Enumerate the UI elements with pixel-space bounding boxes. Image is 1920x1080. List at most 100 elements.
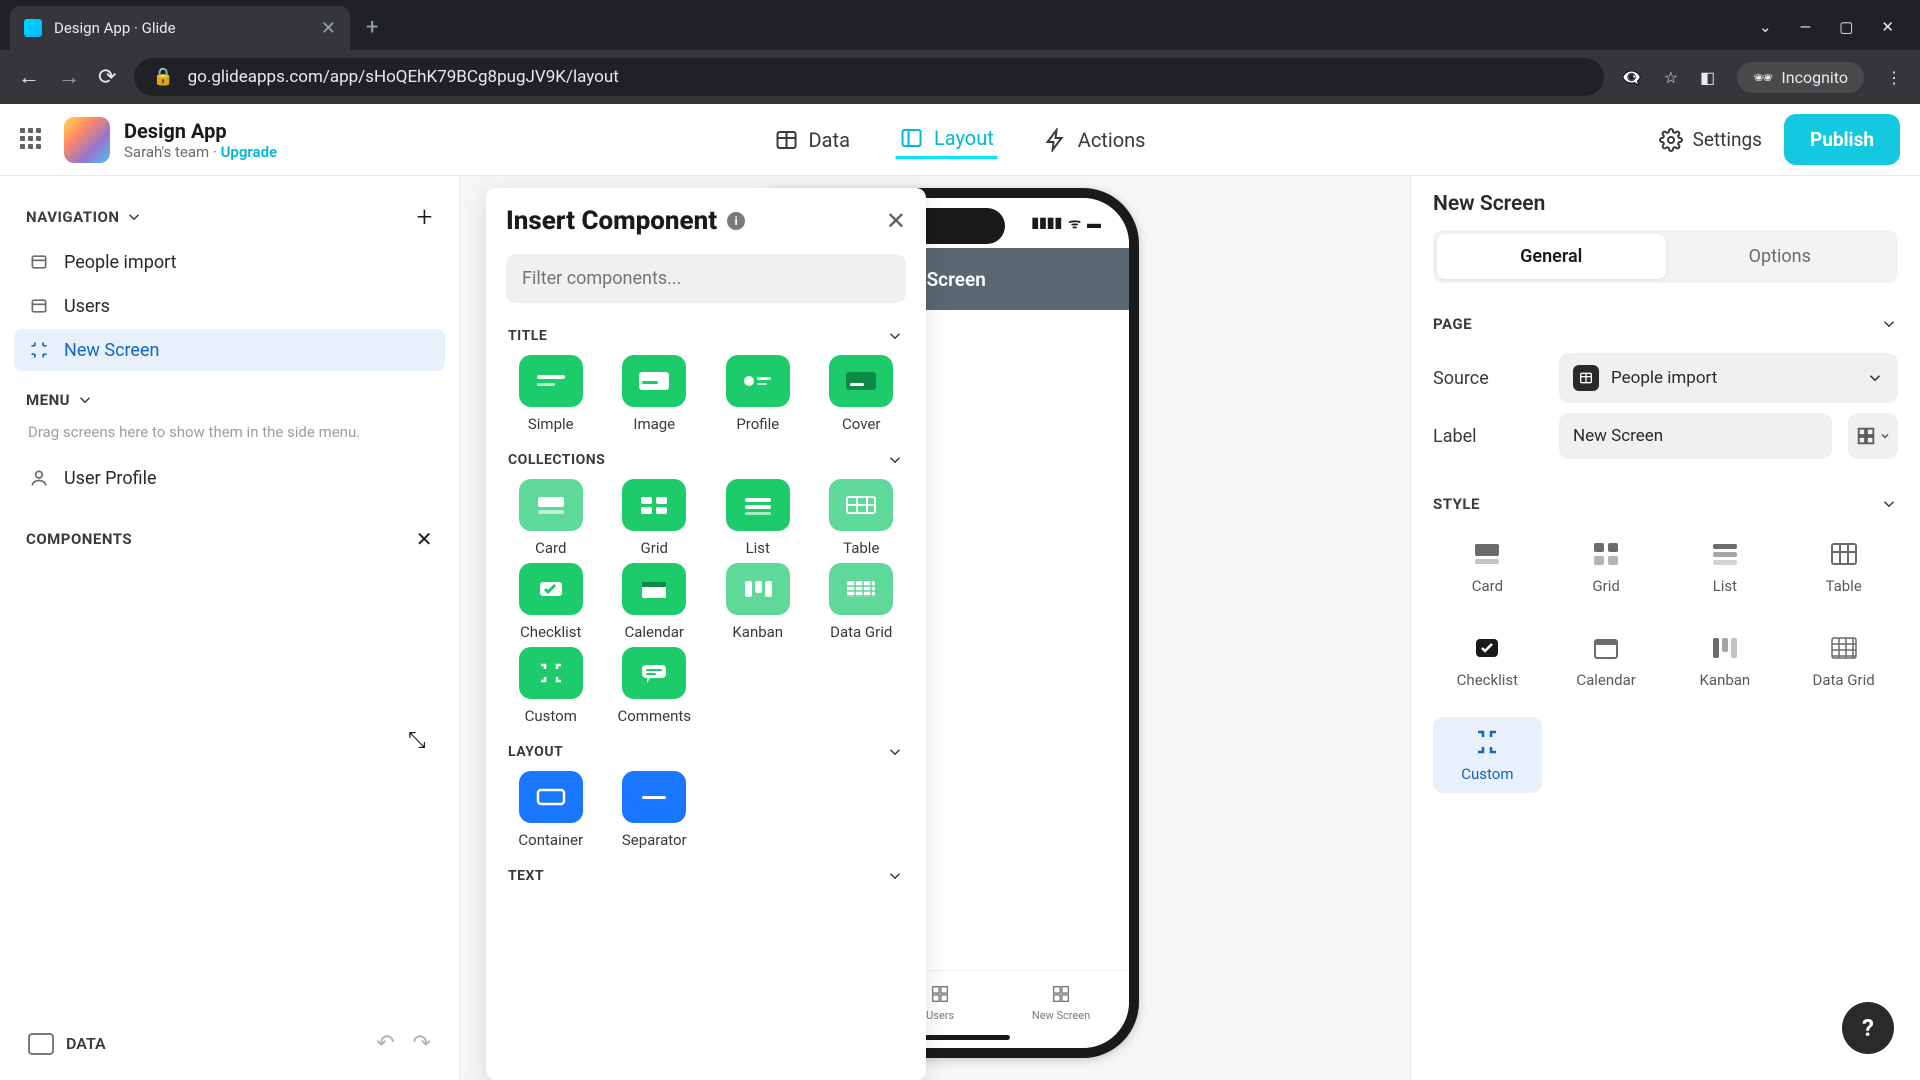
tile-label: Grid [641, 539, 668, 557]
component-tile-profile[interactable]: Profile [713, 355, 803, 433]
close-components-button[interactable]: ✕ [416, 527, 433, 551]
browser-tab[interactable]: Design App · Glide ✕ [10, 6, 350, 50]
style-tile-table[interactable]: Table [1789, 529, 1898, 605]
components-header-label: COMPONENTS [26, 530, 132, 548]
style-tile-card[interactable]: Card [1433, 529, 1542, 605]
style-section-header[interactable]: STYLE [1433, 481, 1898, 523]
app-subtitle: Sarah's team · Upgrade [124, 143, 277, 161]
sidebar-item-new-screen[interactable]: New Screen [14, 329, 445, 371]
team-name: Sarah's team [124, 143, 209, 161]
redo-button[interactable]: ↷ [413, 1031, 431, 1056]
info-icon[interactable]: i [727, 212, 745, 230]
sidebar-item-users[interactable]: Users [14, 285, 445, 327]
navigation-header[interactable]: NAVIGATION + [14, 194, 445, 239]
source-value: People import [1611, 368, 1717, 388]
side-panel-icon[interactable]: ◧ [1700, 68, 1715, 87]
category-collections[interactable]: COLLECTIONS [506, 439, 906, 479]
component-tile-custom[interactable]: Custom [506, 647, 596, 725]
tile-label: Kanban [1700, 671, 1751, 689]
chevron-down-icon [125, 208, 143, 226]
cover-icon [843, 367, 879, 395]
chrome-tabs-dropdown-icon[interactable]: ⌄ [1759, 18, 1772, 36]
style-tile-checklist[interactable]: Checklist [1433, 623, 1542, 699]
component-tile-image[interactable]: Image [610, 355, 700, 433]
tab-options[interactable]: Options [1666, 234, 1895, 279]
chevron-down-icon [886, 867, 904, 885]
navigation-header-label: NAVIGATION [26, 208, 119, 226]
data-button[interactable]: DATA [28, 1033, 106, 1055]
address-bar[interactable]: 🔒 go.glideapps.com/app/sHoQEhK79BCg8pugJ… [134, 58, 1603, 96]
new-tab-button[interactable]: + [350, 15, 394, 50]
kanban-icon [740, 575, 776, 603]
image-icon [636, 367, 672, 395]
category-layout[interactable]: LAYOUT [506, 731, 906, 771]
component-tile-kanban[interactable]: Kanban [713, 563, 803, 641]
battery-icon: ▬ [1087, 215, 1101, 232]
settings-link[interactable]: Settings [1659, 128, 1762, 152]
component-tile-checklist[interactable]: Checklist [506, 563, 596, 641]
component-tile-calendar[interactable]: Calendar [610, 563, 700, 641]
style-tile-calendar[interactable]: Calendar [1552, 623, 1661, 699]
publish-button[interactable]: Publish [1784, 114, 1900, 165]
forward-button[interactable]: → [58, 64, 80, 90]
help-button[interactable]: ? [1842, 1002, 1894, 1054]
app-switcher-icon[interactable] [20, 128, 44, 152]
component-tile-table[interactable]: Table [817, 479, 907, 557]
eye-off-icon[interactable]: 👁‍🗨 [1622, 68, 1642, 87]
incognito-badge[interactable]: 🕶 Incognito [1737, 62, 1864, 93]
tile-label: Card [1472, 577, 1503, 595]
back-button[interactable]: ← [18, 64, 40, 90]
simple-icon [533, 367, 569, 395]
component-tile-cover[interactable]: Cover [817, 355, 907, 433]
category-title[interactable]: TITLE [506, 315, 906, 355]
source-select[interactable]: People import [1559, 353, 1898, 403]
label-input[interactable] [1559, 413, 1832, 459]
nav-data[interactable]: Data [771, 120, 854, 159]
tile-label: Grid [1592, 577, 1619, 595]
window-close-icon[interactable]: ✕ [1881, 18, 1894, 36]
tab-close-icon[interactable]: ✕ [321, 18, 336, 39]
add-screen-button[interactable]: + [417, 200, 433, 233]
popover-close-button[interactable]: ✕ [886, 207, 906, 235]
category-text[interactable]: TEXT [506, 855, 906, 895]
bookmark-icon[interactable]: ☆ [1664, 68, 1678, 87]
label-label: Label [1433, 426, 1543, 447]
style-tile-custom[interactable]: Custom [1433, 717, 1542, 793]
tile-label: Kanban [732, 623, 783, 641]
filter-input[interactable] [506, 254, 906, 303]
list-icon [1708, 539, 1742, 569]
tile-label: Comments [617, 707, 691, 725]
nav-layout[interactable]: Layout [896, 120, 998, 159]
style-tile-grid[interactable]: Grid [1552, 529, 1661, 605]
component-tile-comments[interactable]: Comments [610, 647, 700, 725]
menu-header[interactable]: MENU [14, 385, 445, 415]
list-icon [740, 491, 776, 519]
component-tile-list[interactable]: List [713, 479, 803, 557]
page-section-header[interactable]: PAGE [1433, 301, 1898, 343]
card-icon [1470, 539, 1504, 569]
phone-tab-new-screen[interactable]: New Screen [1032, 983, 1090, 1022]
undo-button[interactable]: ↶ [376, 1031, 394, 1056]
maximize-icon[interactable]: ▢ [1839, 18, 1853, 36]
component-tile-simple[interactable]: Simple [506, 355, 596, 433]
checklist-icon [533, 575, 569, 603]
component-tile-data-grid[interactable]: Data Grid [817, 563, 907, 641]
phone-tab-users[interactable]: Users [926, 983, 954, 1022]
style-tile-data-grid[interactable]: Data Grid [1789, 623, 1898, 699]
sidebar-item-people-import[interactable]: People import [14, 241, 445, 283]
phone-tab-label: New Screen [1032, 1009, 1090, 1022]
style-tile-kanban[interactable]: Kanban [1671, 623, 1780, 699]
reload-button[interactable]: ⟳ [98, 65, 116, 90]
tab-general[interactable]: General [1437, 234, 1666, 279]
sidebar-item-user-profile[interactable]: User Profile [14, 457, 445, 499]
component-tile-card[interactable]: Card [506, 479, 596, 557]
style-tile-list[interactable]: List [1671, 529, 1780, 605]
upgrade-link[interactable]: Upgrade [221, 143, 278, 161]
kebab-menu-icon[interactable]: ⋮ [1886, 68, 1902, 87]
component-tile-separator[interactable]: Separator [610, 771, 700, 849]
nav-actions[interactable]: Actions [1040, 120, 1150, 159]
component-tile-container[interactable]: Container [506, 771, 596, 849]
icon-picker-button[interactable] [1848, 413, 1898, 459]
minimize-icon[interactable]: ― [1800, 18, 1812, 36]
component-tile-grid[interactable]: Grid [610, 479, 700, 557]
